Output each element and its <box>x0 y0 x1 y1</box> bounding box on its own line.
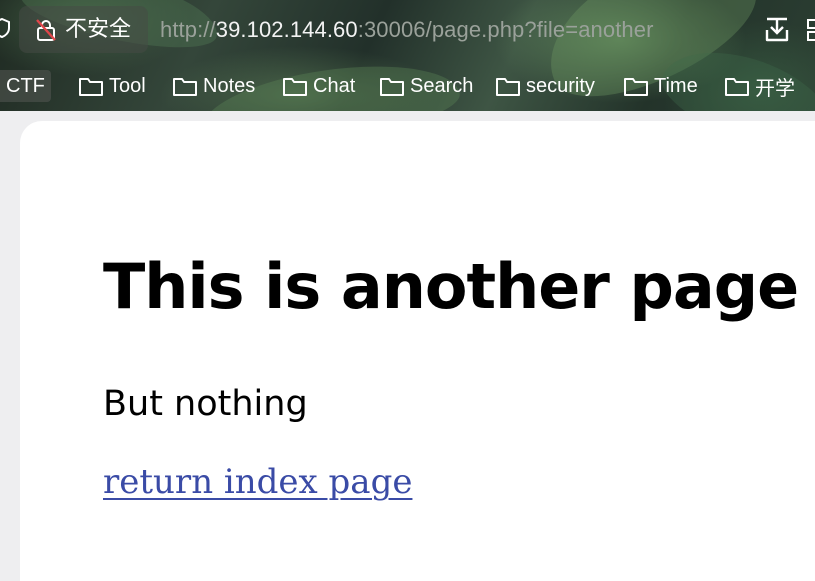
browser-chrome: 不安全 http://39.102.144.60:30006/page.php?… <box>0 0 815 111</box>
url-host: 39.102.144.60 <box>215 17 358 42</box>
security-label: 不安全 <box>65 17 132 42</box>
folder-icon <box>624 78 648 96</box>
bookmark-time[interactable]: Time <box>623 70 698 102</box>
page-content: This is another page But nothing return … <box>20 121 815 581</box>
bookmark-label: Time <box>654 74 698 97</box>
bookmark-security[interactable]: security <box>495 70 595 102</box>
bookmark-kaixue[interactable]: 开学 <box>724 70 795 102</box>
bookmark-ctf[interactable]: CTF <box>0 70 51 102</box>
bookmarks-bar: CTF Tool Notes Chat Search security Time <box>0 66 815 106</box>
bookmark-label: Search <box>410 74 474 97</box>
download-icon[interactable] <box>763 16 791 44</box>
bookmark-tool[interactable]: Tool <box>78 70 146 102</box>
page-body-text: But nothing <box>103 384 308 424</box>
folder-icon <box>173 78 197 96</box>
folder-icon <box>725 78 749 96</box>
bookmark-search[interactable]: Search <box>379 70 473 102</box>
bookmark-chat[interactable]: Chat <box>282 70 355 102</box>
url-path: :30006/page.php?file=another <box>357 17 654 42</box>
bookmark-label: 开学 <box>755 75 795 100</box>
address-bar-url[interactable]: http://39.102.144.60:30006/page.php?file… <box>160 16 654 44</box>
folder-icon <box>79 78 103 96</box>
bookmark-label: Notes <box>203 74 256 97</box>
insecure-lock-icon <box>36 19 56 41</box>
folder-icon <box>380 78 404 96</box>
security-status-chip[interactable]: 不安全 <box>19 6 148 53</box>
bookmark-notes[interactable]: Notes <box>172 70 255 102</box>
page-title: This is another page <box>103 250 799 323</box>
bookmark-label: Chat <box>313 74 356 97</box>
bookmark-label: security <box>526 74 595 97</box>
bookmark-label: Tool <box>109 74 146 97</box>
extensions-icon[interactable] <box>806 17 815 43</box>
bookmark-label: CTF <box>6 74 45 97</box>
folder-icon <box>496 78 520 96</box>
shield-icon[interactable] <box>0 18 10 38</box>
url-scheme: http:// <box>160 17 216 42</box>
return-index-link[interactable]: return index page <box>103 461 412 503</box>
folder-icon <box>283 78 307 96</box>
